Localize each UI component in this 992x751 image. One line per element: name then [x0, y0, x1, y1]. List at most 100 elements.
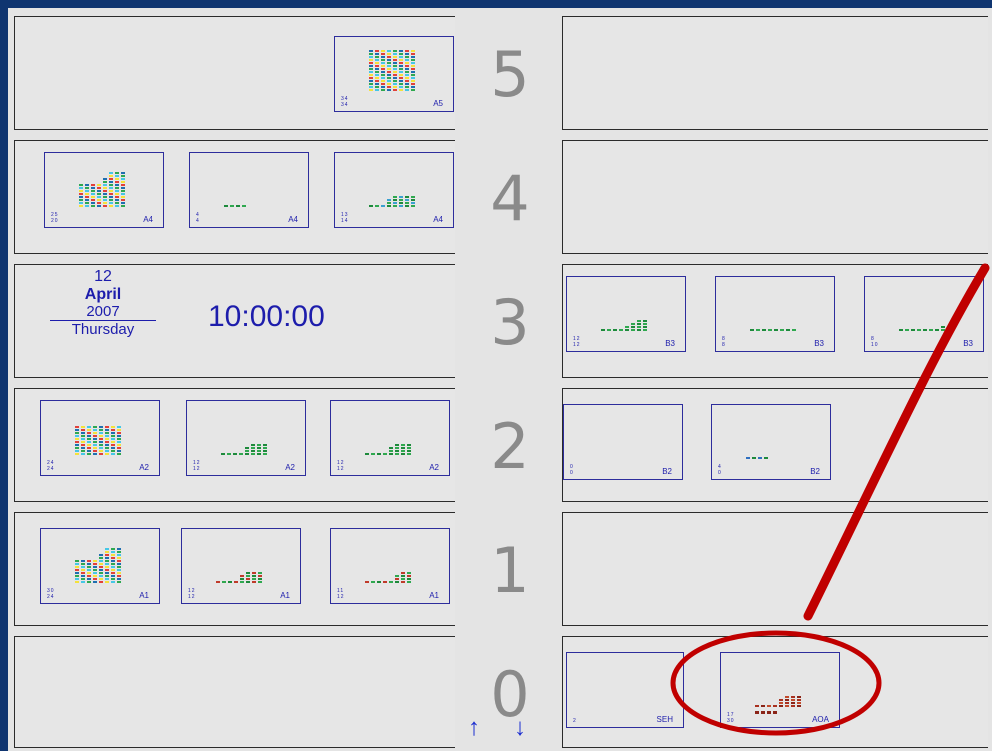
rack-cell [399, 196, 403, 198]
rack-cell [371, 581, 375, 583]
rack-card-a2-1[interactable]: 24 24 A2 [40, 400, 160, 476]
shelf-floor-5-right [562, 16, 988, 130]
rack-cell [99, 557, 103, 559]
rack-cell [99, 581, 103, 583]
rack-card-a2-3[interactable]: 12 12 A2 [330, 400, 450, 476]
rack-cell [393, 65, 397, 67]
rack-cell [111, 432, 115, 434]
rack-cell [97, 199, 101, 201]
rack-cell [75, 569, 79, 571]
floor-number-2: 2 [490, 410, 530, 483]
rack-cell [411, 50, 415, 52]
down-arrow-icon[interactable]: ↓ [514, 716, 526, 740]
rack-card-a1-1[interactable]: 30 24 A1 [40, 528, 160, 604]
up-arrow-icon[interactable]: ↑ [468, 716, 480, 740]
rack-cell [631, 329, 635, 331]
rack-cell [117, 438, 121, 440]
rack-cell [105, 438, 109, 440]
rack-cell [405, 59, 409, 61]
rack-cell [371, 453, 375, 455]
rack-cell [245, 447, 249, 449]
rack-card-a1-2[interactable]: 12 12 A1 [181, 528, 301, 604]
rack-cell [99, 560, 103, 562]
rack-cell [81, 572, 85, 574]
rack-card-a4-3[interactable]: 13 14 A4 [334, 152, 454, 228]
rack-cell [791, 696, 795, 698]
rack-cell [85, 196, 89, 198]
rack-cell [87, 438, 91, 440]
rack-card-a4-2[interactable]: 4 4 A4 [189, 152, 309, 228]
rack-cell [399, 199, 403, 201]
rack-cell [93, 453, 97, 455]
rack-cell [405, 50, 409, 52]
rack-cell [899, 329, 903, 331]
rack-cell [631, 323, 635, 325]
rack-cell [79, 196, 83, 198]
rack-cell [405, 86, 409, 88]
rack-cell [109, 175, 113, 177]
rack-cell [251, 450, 255, 452]
rack-card-b3-3[interactable]: 8 10 B3 [864, 276, 984, 352]
rack-cell [87, 426, 91, 428]
rack-cell [643, 323, 647, 325]
rack-cell [105, 548, 109, 550]
rack-cell [773, 705, 777, 707]
rack-cell [99, 441, 103, 443]
rack-card-a1-3[interactable]: 11 12 A1 [330, 528, 450, 604]
rack-cell [387, 59, 391, 61]
rack-card-a2-2[interactable]: 12 12 A2 [186, 400, 306, 476]
rack-cell [785, 705, 789, 707]
rack-cell [115, 193, 119, 195]
rack-cell [81, 575, 85, 577]
rack-card-aoa[interactable]: 17 30 AOA [720, 652, 840, 728]
rack-cell [791, 699, 795, 701]
rack-cell [75, 581, 79, 583]
rack-cell [87, 435, 91, 437]
rack-cell [79, 193, 83, 195]
rack-cell [381, 53, 385, 55]
rack-cell [407, 444, 411, 446]
rack-cell [105, 453, 109, 455]
rack-card-seh[interactable]: 2 SEH [566, 652, 684, 728]
rack-cell [764, 457, 768, 459]
rack-cell [111, 572, 115, 574]
rack-cell [381, 74, 385, 76]
rack-cell [791, 705, 795, 707]
rack-card-b3-2[interactable]: 8 8 B3 [715, 276, 835, 352]
rack-cell [258, 581, 262, 583]
rack-cell [369, 71, 373, 73]
rack-cell [246, 578, 250, 580]
rack-card-a4-1[interactable]: 25 20 A4 [44, 152, 164, 228]
rack-cell [105, 554, 109, 556]
rack-cell [393, 196, 397, 198]
rack-card-b2-1[interactable]: 0 0 B2 [563, 404, 683, 480]
rack-cell [103, 187, 107, 189]
rack-cell [115, 199, 119, 201]
rack-cell [797, 705, 801, 707]
rack-cell [399, 86, 403, 88]
rack-card-b2-2[interactable]: 4 0 B2 [711, 404, 831, 480]
rack-cell [121, 205, 125, 207]
rack-cell [401, 447, 405, 449]
rack-card-b3-1[interactable]: 12 12 B3 [566, 276, 686, 352]
rack-cell [797, 702, 801, 704]
rack-cell [746, 457, 750, 459]
rack-cell [369, 65, 373, 67]
rack-cell [625, 329, 629, 331]
rack-cell [117, 575, 121, 577]
rack-cell [105, 447, 109, 449]
rack-cell [103, 193, 107, 195]
rack-cell [637, 320, 641, 322]
rack-cell [117, 551, 121, 553]
rack-cell [93, 438, 97, 440]
rack-cell [93, 560, 97, 562]
rack-card-a5[interactable]: 34 34 A5 [334, 36, 454, 112]
rack-cell [109, 184, 113, 186]
rack-cell [79, 202, 83, 204]
rack-cell [399, 56, 403, 58]
rack-cell [246, 575, 250, 577]
rack-cell [411, 199, 415, 201]
rack-cell [216, 581, 220, 583]
rack-cell [105, 560, 109, 562]
rack-cell [103, 178, 107, 180]
